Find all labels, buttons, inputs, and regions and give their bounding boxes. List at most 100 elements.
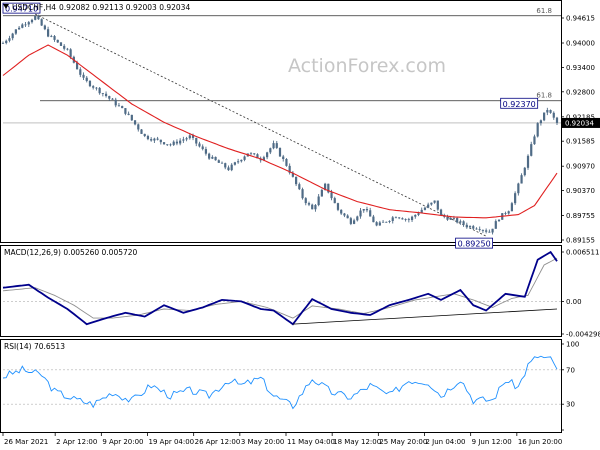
candle-body [362, 209, 365, 211]
price-y-tick-label: 0.90970 [566, 163, 595, 171]
candle-body [520, 175, 523, 184]
candle-body [14, 29, 17, 34]
candle-body [475, 228, 478, 230]
candle-body [27, 22, 30, 25]
x-tick-label: 26 Mar 2021 [4, 438, 48, 446]
candle-body [317, 196, 320, 206]
x-tick-label: 3 May 20:00 [241, 438, 285, 446]
candle-body [546, 110, 549, 113]
candle-body [63, 45, 66, 49]
candle-body [11, 33, 14, 39]
candle-body [398, 217, 401, 219]
fib-level-label: 61.8 [536, 92, 552, 100]
candle-body [378, 222, 381, 226]
x-tick-label: 2 Jun 04:00 [426, 438, 466, 446]
candle-body [282, 156, 285, 160]
candle-body [414, 214, 417, 217]
candle-body [179, 140, 182, 144]
candle-body [539, 120, 542, 124]
candle-body [301, 189, 304, 199]
price-y-tick-label: 0.90370 [566, 187, 595, 195]
candle-body [162, 142, 166, 145]
watermark: ActionForex.com [288, 55, 446, 77]
candle-body [446, 216, 449, 220]
candle-body [66, 48, 69, 50]
price-y-tick-label: 0.89155 [566, 237, 595, 245]
candle-body [198, 143, 201, 147]
candle-body [34, 15, 37, 20]
candle-body [488, 231, 491, 233]
candle-body [104, 93, 108, 97]
candle-body [423, 207, 427, 210]
candle-body [372, 216, 375, 223]
candle-body [98, 87, 101, 94]
candle-body [552, 112, 555, 118]
candle-body [46, 29, 50, 37]
rsi-y-tick-label: 30 [566, 401, 575, 409]
candle-body [356, 216, 359, 221]
candle-body [472, 226, 475, 229]
candle-body [166, 144, 169, 146]
candle-body [330, 192, 333, 199]
candle-body [449, 218, 452, 220]
candle-body [369, 210, 372, 217]
candle-body [188, 135, 191, 139]
candle-body [433, 200, 436, 203]
candle-body [127, 113, 130, 115]
candle-body [391, 217, 394, 221]
candle-body [417, 213, 420, 215]
candle-body [439, 209, 443, 215]
x-tick-label: 25 May 20:00 [379, 438, 427, 446]
candle-body [510, 203, 514, 212]
candle-body [543, 112, 546, 121]
candle-body [394, 217, 398, 219]
rsi-y-tick-label: 70 [566, 366, 575, 374]
candle-body [121, 106, 124, 109]
candle-body [285, 159, 288, 166]
candle-body [514, 193, 517, 204]
candle-body [85, 77, 88, 81]
candle-body [214, 156, 217, 161]
candle-body [56, 39, 59, 43]
candle-body [182, 139, 185, 141]
candle-body [30, 19, 34, 23]
candle-body [504, 213, 507, 214]
candle-body [5, 40, 8, 44]
candle-body [485, 230, 488, 232]
candle-body [101, 93, 104, 94]
candle-body [53, 36, 56, 40]
candle-body [117, 105, 121, 107]
candle-body [462, 221, 465, 225]
candle-body [249, 153, 253, 155]
candle-body [349, 218, 352, 224]
x-tick-label: 9 Apr 20:00 [102, 438, 143, 446]
chart-canvas: ActionForex.com 61.861.80.947100.923700.… [0, 0, 600, 446]
candle-body [150, 139, 153, 141]
candle-body [1, 43, 5, 44]
rsi-y-tick-label: 100 [566, 341, 579, 349]
candle-body [269, 148, 272, 153]
candle-body [497, 219, 501, 222]
price-panel [0, 0, 562, 243]
candle-body [220, 162, 224, 164]
macd-y-tick-label: 0.006511 [566, 249, 599, 257]
candle-body [304, 198, 307, 204]
candle-body [108, 96, 111, 99]
candle-body [185, 138, 188, 140]
candle-body [111, 98, 114, 100]
candle-body [523, 167, 526, 176]
candle-body [82, 74, 85, 78]
candle-body [333, 198, 336, 204]
candle-body [427, 204, 430, 208]
candle-body [243, 156, 246, 160]
candle-body [24, 24, 27, 26]
candle-body [8, 38, 11, 41]
candle-body [130, 114, 133, 121]
candle-body [175, 141, 179, 144]
candle-body [92, 86, 95, 88]
candle-body [491, 228, 494, 233]
price-y-tick-label: 0.89755 [566, 212, 595, 220]
candle-body [217, 160, 220, 163]
x-tick-label: 16 Jun 20:00 [518, 438, 562, 446]
price-y-tick-label: 0.94615 [566, 15, 595, 23]
